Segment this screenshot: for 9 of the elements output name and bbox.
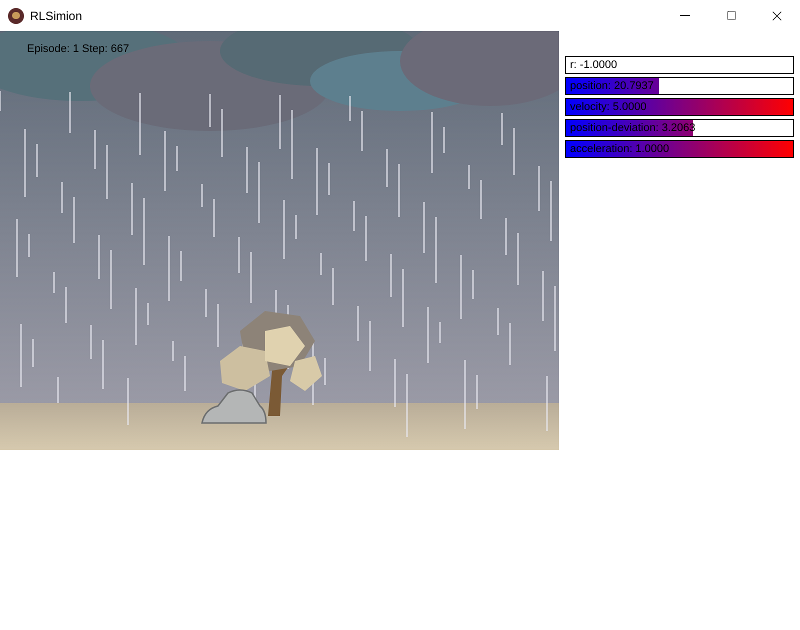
window-title: RLSimion [30, 8, 82, 24]
maximize-icon [726, 10, 736, 21]
variable-label: r: -1.0000 [570, 58, 618, 73]
monkey-logo-icon [8, 8, 24, 24]
variable-label: position: 20.7937 [570, 79, 654, 94]
episode-step-text: Episode: 1 Step: 667 [27, 42, 130, 57]
variable-label: acceleration: 1.0000 [570, 142, 670, 157]
variable-label: velocity: 5.0000 [570, 100, 646, 115]
minimize-icon [680, 15, 690, 16]
